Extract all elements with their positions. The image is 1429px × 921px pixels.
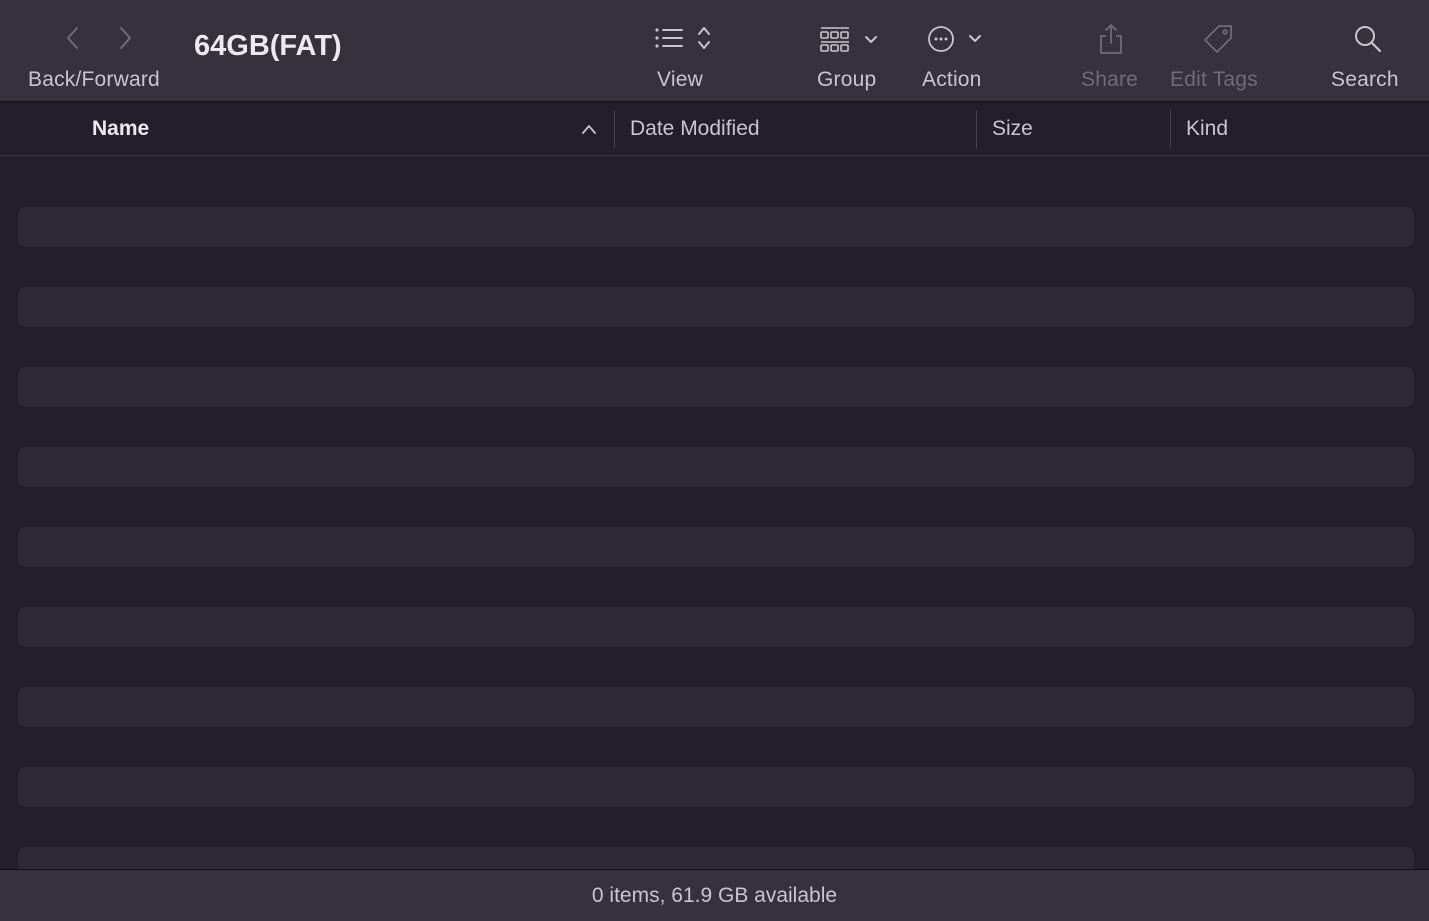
empty-row-stripe bbox=[18, 607, 1414, 647]
back-button[interactable] bbox=[58, 20, 88, 56]
action-label: Action bbox=[922, 68, 982, 91]
empty-row-stripe bbox=[18, 367, 1414, 407]
search-icon bbox=[1355, 26, 1382, 53]
share-label: Share bbox=[1081, 68, 1139, 91]
column-header-bar: Name Date Modified Size Kind bbox=[0, 102, 1429, 156]
view-label: View bbox=[657, 68, 703, 91]
status-text: 0 items, 61.9 GB available bbox=[591, 884, 838, 907]
search-button[interactable]: Search bbox=[1328, 18, 1408, 98]
empty-row-stripe bbox=[18, 767, 1414, 807]
column-separator[interactable] bbox=[1170, 110, 1171, 148]
search-label: Search bbox=[1331, 68, 1399, 91]
chevron-left-icon bbox=[67, 27, 78, 49]
view-button[interactable]: View bbox=[650, 18, 720, 98]
grid-group-icon bbox=[820, 27, 877, 52]
file-list[interactable] bbox=[0, 156, 1429, 869]
ellipsis-circle-icon bbox=[928, 26, 981, 52]
back-forward-label: Back/Forward bbox=[28, 68, 160, 91]
empty-row-stripe bbox=[18, 447, 1414, 487]
empty-row-stripe bbox=[18, 287, 1414, 327]
column-separator[interactable] bbox=[976, 110, 977, 148]
group-label: Group bbox=[817, 68, 877, 91]
finder-window: Back/Forward 64GB(FAT) View Group Action… bbox=[0, 0, 1429, 921]
edit-tags-button[interactable]: Edit Tags bbox=[1168, 18, 1278, 98]
chevron-right-icon bbox=[120, 27, 131, 49]
column-header-name[interactable]: Name bbox=[92, 102, 149, 155]
sort-ascending-icon[interactable] bbox=[581, 122, 597, 136]
column-header-size[interactable]: Size bbox=[992, 102, 1033, 155]
empty-row-stripe bbox=[18, 207, 1414, 247]
action-button[interactable]: Action bbox=[920, 18, 1000, 98]
window-title: 64GB(FAT) bbox=[194, 30, 342, 62]
status-bar: 0 items, 61.9 GB available bbox=[0, 869, 1429, 921]
edit-tags-label: Edit Tags bbox=[1170, 68, 1258, 91]
tag-icon bbox=[1204, 25, 1232, 53]
group-button[interactable]: Group bbox=[815, 18, 895, 98]
share-icon bbox=[1100, 24, 1122, 54]
toolbar: Back/Forward 64GB(FAT) View Group Action… bbox=[0, 0, 1429, 102]
share-button[interactable]: Share bbox=[1078, 18, 1148, 98]
list-view-icon bbox=[655, 27, 710, 49]
empty-row-stripe bbox=[18, 847, 1414, 869]
empty-row-stripe bbox=[18, 527, 1414, 567]
back-forward-group: Back/Forward bbox=[28, 20, 178, 95]
empty-row-stripe bbox=[18, 687, 1414, 727]
column-header-date-modified[interactable]: Date Modified bbox=[630, 102, 760, 155]
column-separator[interactable] bbox=[614, 110, 615, 148]
column-header-kind[interactable]: Kind bbox=[1186, 102, 1228, 155]
forward-button[interactable] bbox=[110, 20, 140, 56]
